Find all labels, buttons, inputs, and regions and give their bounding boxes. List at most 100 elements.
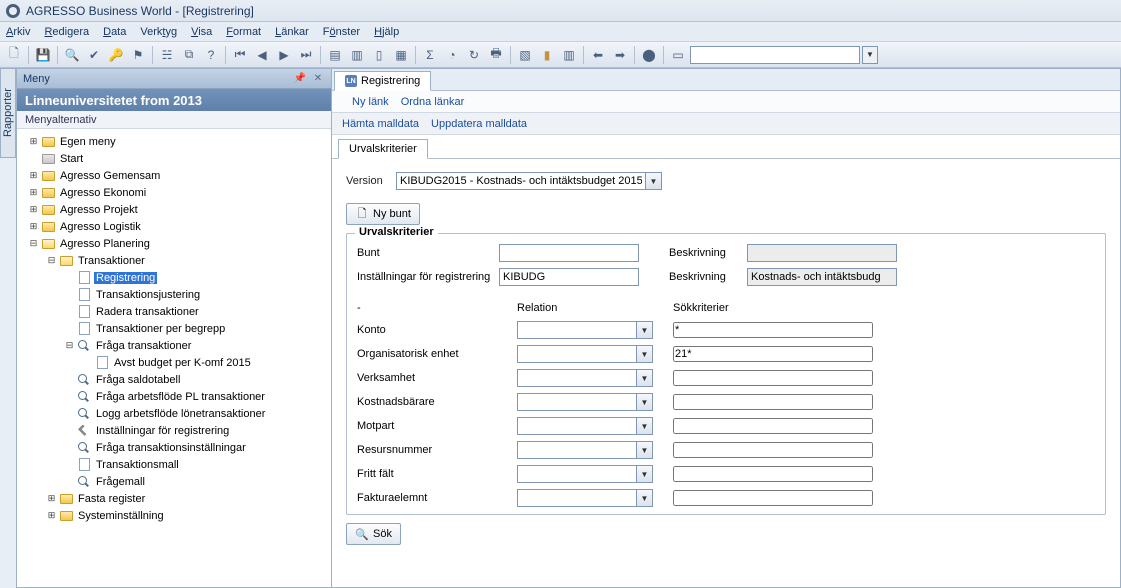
side-tab-rapporter[interactable]: Rapporter	[0, 68, 16, 158]
button-sok[interactable]: 🔍 Sök	[346, 523, 401, 545]
toolbar-bars-icon[interactable]: ▥	[559, 45, 579, 65]
tree-item[interactable]: Radera transaktioner	[19, 303, 329, 320]
tree-item[interactable]: Transaktioner per begrepp	[19, 320, 329, 337]
tree-twisty-icon[interactable]: ⊞	[27, 136, 40, 147]
toolbar-record-icon[interactable]: ⬤	[639, 45, 659, 65]
toolbar-help-icon[interactable]: ?	[201, 45, 221, 65]
toolbar-report-icon[interactable]: ▮	[537, 45, 557, 65]
sokkriterier-input[interactable]	[673, 442, 873, 458]
tree-item[interactable]: Start	[19, 150, 329, 167]
toolbar-refresh-icon[interactable]: ↻	[464, 45, 484, 65]
toolbar-excel-icon[interactable]: ▧	[515, 45, 535, 65]
relation-dropdown[interactable]: ▼	[637, 441, 653, 459]
toolbar-forward-icon[interactable]: ➡	[610, 45, 630, 65]
toolbar-prev-icon[interactable]: ◀	[252, 45, 272, 65]
link-ny-lank[interactable]: Ny länk	[352, 96, 389, 108]
relation-input[interactable]	[517, 417, 637, 435]
relation-dropdown[interactable]: ▼	[637, 393, 653, 411]
tree-item[interactable]: ⊟Agresso Planering	[19, 235, 329, 252]
toolbar-key-icon[interactable]: 🔑	[106, 45, 126, 65]
sokkriterier-input[interactable]	[673, 466, 873, 482]
relation-dropdown[interactable]: ▼	[637, 465, 653, 483]
nav-close-icon[interactable]: ✕	[311, 72, 325, 86]
menu-data[interactable]: Data	[103, 26, 126, 38]
tree-item[interactable]: ⊞Egen meny	[19, 133, 329, 150]
relation-input[interactable]	[517, 465, 637, 483]
sokkriterier-input[interactable]	[673, 346, 873, 362]
tree-twisty-icon[interactable]: ⊟	[45, 255, 58, 266]
tree-twisty-icon[interactable]: ⊞	[45, 510, 58, 521]
relation-input[interactable]	[517, 369, 637, 387]
menu-format[interactable]: Format	[226, 26, 261, 38]
button-ny-bunt[interactable]: 🗋 Ny bunt	[346, 203, 420, 225]
sokkriterier-input[interactable]	[673, 370, 873, 386]
tree-item[interactable]: ⊞Agresso Ekonomi	[19, 184, 329, 201]
tree-item[interactable]: Transaktionsjustering	[19, 286, 329, 303]
tree-item[interactable]: ⊟Transaktioner	[19, 252, 329, 269]
tree-item[interactable]: Frågemall	[19, 473, 329, 490]
tree-twisty-icon[interactable]: ⊞	[45, 493, 58, 504]
relation-dropdown[interactable]: ▼	[637, 369, 653, 387]
toolbar-search-dropdown[interactable]: ▼	[862, 46, 878, 64]
toolbar-tree-icon[interactable]: ☵	[157, 45, 177, 65]
relation-dropdown[interactable]: ▼	[637, 321, 653, 339]
menu-visa[interactable]: Visa	[191, 26, 212, 38]
action-uppdatera-malldata[interactable]: Uppdatera malldata	[431, 118, 527, 130]
tree-twisty-icon[interactable]: ⊞	[27, 221, 40, 232]
relation-input[interactable]	[517, 345, 637, 363]
tree-twisty-icon[interactable]: ⊞	[27, 187, 40, 198]
tree-item[interactable]: ⊞Agresso Projekt	[19, 201, 329, 218]
tree-item[interactable]: ⊞Agresso Logistik	[19, 218, 329, 235]
action-hamta-malldata[interactable]: Hämta malldata	[342, 118, 419, 130]
tree-item[interactable]: ⊞Agresso Gemensam	[19, 167, 329, 184]
menu-lankar[interactable]: Länkar	[275, 26, 309, 38]
tree-item[interactable]: Fråga transaktionsinställningar	[19, 439, 329, 456]
tree-item[interactable]: ⊞Fasta register	[19, 490, 329, 507]
inner-tab-urvalskriterier[interactable]: Urvalskriterier	[338, 139, 428, 159]
relation-input[interactable]	[517, 393, 637, 411]
relation-input[interactable]	[517, 489, 637, 507]
tree-twisty-icon[interactable]: ⊟	[27, 238, 40, 249]
toolbar-next-icon[interactable]: ▶	[274, 45, 294, 65]
input-bunt[interactable]	[499, 244, 639, 262]
sokkriterier-input[interactable]	[673, 418, 873, 434]
tree-item[interactable]: Inställningar för registrering	[19, 422, 329, 439]
relation-dropdown[interactable]: ▼	[637, 489, 653, 507]
tree-twisty-icon[interactable]: ⊞	[27, 170, 40, 181]
toolbar-first-icon[interactable]: ⏮	[230, 45, 250, 65]
toolbar-sort-desc-icon[interactable]: ▥	[347, 45, 367, 65]
tree-twisty-icon[interactable]: ⊟	[63, 340, 76, 351]
tree-item[interactable]: Avst budget per K-omf 2015	[19, 354, 329, 371]
menu-fonster[interactable]: Fönster	[323, 26, 360, 38]
toolbar-new-icon[interactable]: 🗋	[4, 45, 24, 65]
sokkriterier-input[interactable]	[673, 322, 873, 338]
tree-twisty-icon[interactable]: ⊞	[27, 204, 40, 215]
toolbar-check-icon[interactable]: ✔	[84, 45, 104, 65]
tree-item[interactable]: Fråga saldotabell	[19, 371, 329, 388]
menu-verktyg[interactable]: Verktyg	[140, 26, 177, 38]
tree-item[interactable]: Fråga arbetsflöde PL transaktioner	[19, 388, 329, 405]
link-ordna-lankar[interactable]: Ordna länkar	[401, 96, 465, 108]
menu-redigera[interactable]: Redigera	[44, 26, 89, 38]
toolbar-form-icon[interactable]: ▭	[668, 45, 688, 65]
toolbar-flag-icon[interactable]: ⚑	[128, 45, 148, 65]
toolbar-binoculars-icon[interactable]: 🔍	[62, 45, 82, 65]
input-version[interactable]	[396, 172, 646, 190]
toolbar-back-icon[interactable]: ⬅	[588, 45, 608, 65]
toolbar-sum-icon[interactable]: Σ	[420, 45, 440, 65]
toolbar-chart-icon[interactable]: ◔	[442, 45, 462, 65]
menu-arkiv[interactable]: Arkiv	[6, 26, 30, 38]
tab-registrering[interactable]: LN Registrering	[334, 71, 431, 91]
sokkriterier-input[interactable]	[673, 490, 873, 506]
tree-item[interactable]: Logg arbetsflöde lönetransaktioner	[19, 405, 329, 422]
tree-item[interactable]: ⊞Systeminställning	[19, 507, 329, 524]
relation-dropdown[interactable]: ▼	[637, 345, 653, 363]
relation-input[interactable]	[517, 321, 637, 339]
menu-hjalp[interactable]: Hjälp	[374, 26, 399, 38]
input-installningar[interactable]	[499, 268, 639, 286]
tree-item[interactable]: ⊟Fråga transaktioner	[19, 337, 329, 354]
toolbar-last-icon[interactable]: ⏭	[296, 45, 316, 65]
nav-pin-icon[interactable]: 📌	[293, 72, 307, 86]
toolbar-filter-icon[interactable]: ▯	[369, 45, 389, 65]
relation-input[interactable]	[517, 441, 637, 459]
